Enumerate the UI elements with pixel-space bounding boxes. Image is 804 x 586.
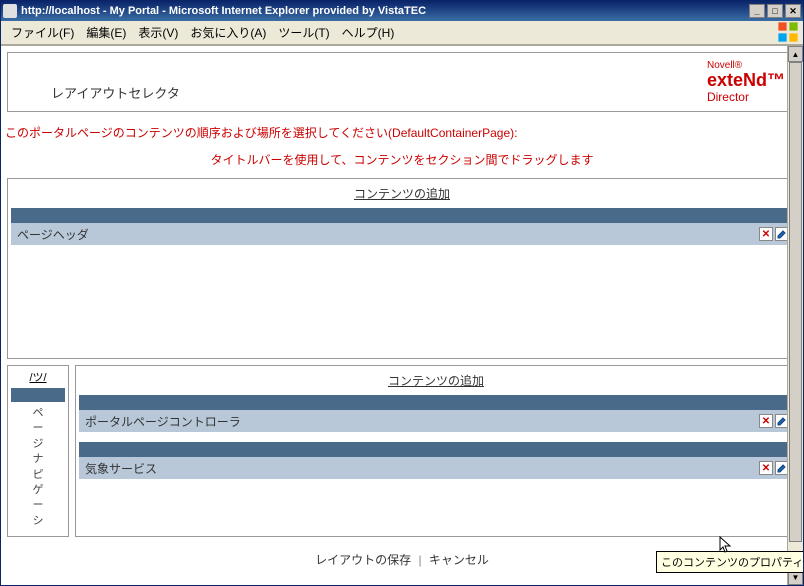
portlet-titlebar[interactable]: [79, 395, 793, 410]
menu-tools[interactable]: ツール(T): [272, 21, 335, 44]
menu-view[interactable]: 表示(V): [132, 21, 184, 44]
menu-help[interactable]: ヘルプ(H): [336, 21, 401, 44]
portlet-titlebar[interactable]: [79, 442, 793, 457]
close-button[interactable]: ✕: [785, 4, 801, 18]
scroll-up-button[interactable]: ▲: [788, 46, 803, 62]
portlet-label: ページヘッダ: [17, 226, 89, 243]
brand-logo: Novell® exteNd™ Director: [707, 60, 785, 104]
maximize-button[interactable]: □: [767, 4, 783, 18]
save-layout-link[interactable]: レイアウトの保存: [315, 553, 411, 567]
sidebar-portlet-label: ペ ー ジ ナ ピ ゲ ー シ: [11, 402, 65, 533]
vertical-scrollbar[interactable]: ▲ ▼: [787, 46, 803, 585]
tooltip: このコンテンツのプロパティを変更します。: [656, 551, 803, 573]
menubar: ファイル(F) 編集(E) 表示(V) お気に入り(A) ツール(T) ヘルプ(…: [1, 21, 803, 45]
delete-icon[interactable]: ✕: [759, 461, 773, 475]
instruction-text: このポータルページのコンテンツの順序および場所を選択してください(Default…: [1, 118, 803, 147]
menu-favorites[interactable]: お気に入り(A): [184, 21, 272, 44]
window-title: http://localhost - My Portal - Microsoft…: [21, 5, 749, 17]
cancel-link[interactable]: キャンセル: [429, 553, 489, 567]
portlet-titlebar[interactable]: [11, 208, 793, 223]
portlet-row: ポータルページコントローラ ✕: [79, 410, 793, 432]
header-frame: レアイアウトセレクタ Novell® exteNd™ Director: [7, 52, 797, 112]
scroll-thumb[interactable]: [789, 62, 802, 542]
portlet-row: ページヘッダ ✕: [11, 223, 793, 245]
content-area: レアイアウトセレクタ Novell® exteNd™ Director このポー…: [1, 45, 803, 585]
portlet-label: ポータルページコントローラ: [85, 413, 241, 430]
delete-icon[interactable]: ✕: [759, 227, 773, 241]
drag-hint-text: タイトルバーを使用して、コンテンツをセクション間でドラッグします: [1, 147, 803, 172]
minimize-button[interactable]: _: [749, 4, 765, 18]
page-title: レアイアウトセレクタ: [51, 83, 180, 102]
menu-edit[interactable]: 編集(E): [80, 21, 132, 44]
window-titlebar: http://localhost - My Portal - Microsoft…: [1, 1, 803, 21]
portlet-titlebar[interactable]: [11, 388, 65, 402]
main-section: コンテンツの追加 ポータルページコントローラ ✕ 気象サービス: [75, 365, 797, 537]
add-content-link-main[interactable]: コンテンツの追加: [388, 374, 484, 388]
portlet-row: 気象サービス ✕: [79, 457, 793, 479]
menu-file[interactable]: ファイル(F): [5, 21, 80, 44]
add-content-link-side[interactable]: /ツ/: [11, 369, 65, 388]
sidebar-section: /ツ/ ペ ー ジ ナ ピ ゲ ー シ: [7, 365, 69, 537]
top-section: コンテンツの追加 ページヘッダ ✕: [7, 178, 797, 359]
windows-logo-icon: [777, 23, 799, 41]
delete-icon[interactable]: ✕: [759, 414, 773, 428]
portlet-label: 気象サービス: [85, 460, 157, 477]
add-content-link-top[interactable]: コンテンツの追加: [354, 187, 450, 201]
ie-icon: [3, 4, 17, 18]
